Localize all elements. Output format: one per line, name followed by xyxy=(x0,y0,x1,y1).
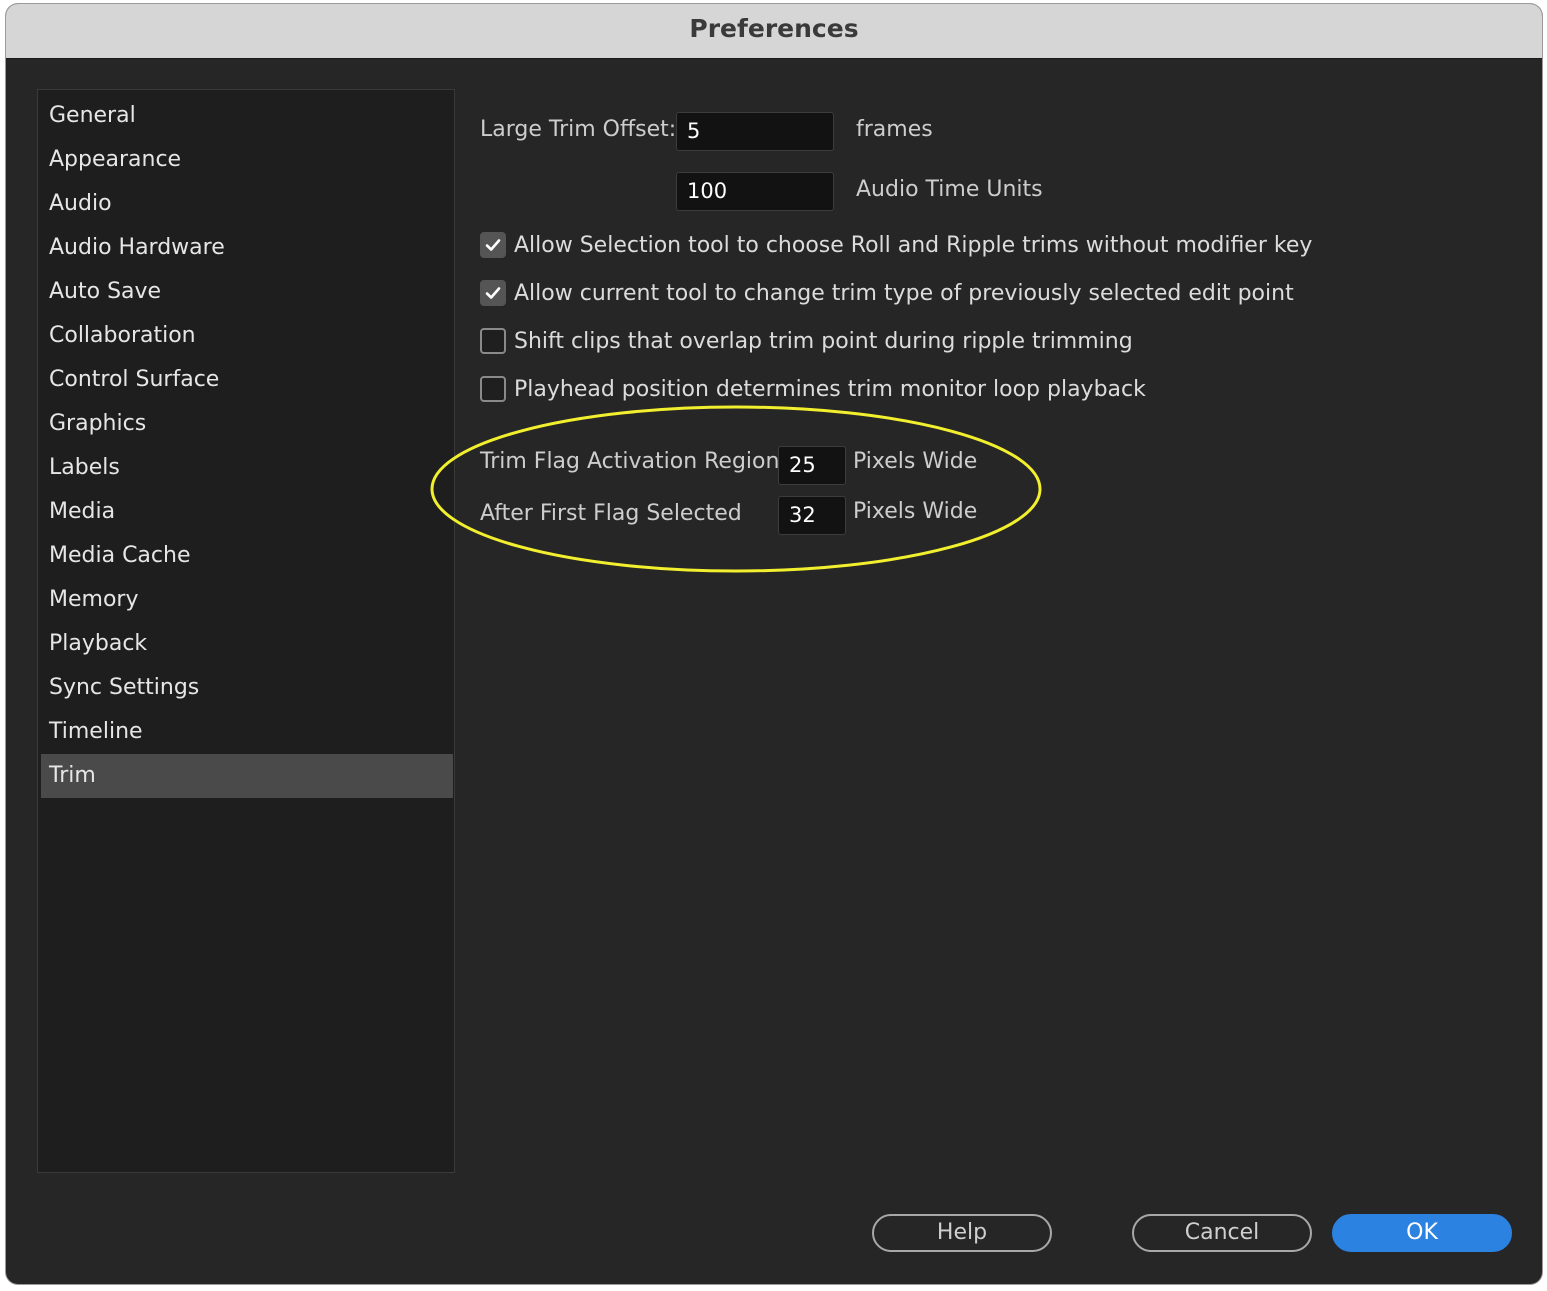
sidebar-item-media-cache[interactable]: Media Cache xyxy=(41,534,453,578)
sidebar-item-timeline[interactable]: Timeline xyxy=(41,710,453,754)
sidebar-item-audio-hardware[interactable]: Audio Hardware xyxy=(41,226,453,270)
sidebar-item-control-surface[interactable]: Control Surface xyxy=(41,358,453,402)
trim-flag-region-unit: Pixels Wide xyxy=(853,449,978,474)
trim-flag-region-label: Trim Flag Activation Region xyxy=(480,449,780,474)
sidebar-item-sync-settings[interactable]: Sync Settings xyxy=(41,666,453,710)
checkmark-icon xyxy=(485,287,501,299)
trim-flag-region-field[interactable]: 25 xyxy=(778,446,846,485)
cancel-button[interactable]: Cancel xyxy=(1132,1214,1312,1252)
help-button[interactable]: Help xyxy=(872,1214,1052,1252)
sidebar-item-graphics[interactable]: Graphics xyxy=(41,402,453,446)
sidebar-item-media[interactable]: Media xyxy=(41,490,453,534)
checkbox-allow-selection-roll-ripple[interactable] xyxy=(480,232,506,258)
audio-time-units-label: Audio Time Units xyxy=(856,177,1043,202)
highlight-ellipse xyxy=(430,405,1042,573)
ok-button[interactable]: OK xyxy=(1332,1214,1512,1252)
sidebar-item-memory[interactable]: Memory xyxy=(41,578,453,622)
sidebar-item-collaboration[interactable]: Collaboration xyxy=(41,314,453,358)
option-label: Allow current tool to change trim type o… xyxy=(514,281,1294,306)
checkmark-icon xyxy=(485,239,501,251)
after-first-flag-unit: Pixels Wide xyxy=(853,499,978,524)
checkbox-playhead-loop-playback[interactable] xyxy=(480,376,506,402)
checkbox-shift-overlap-clips[interactable] xyxy=(480,328,506,354)
after-first-flag-field[interactable]: 32 xyxy=(778,496,846,535)
sidebar-item-auto-save[interactable]: Auto Save xyxy=(41,270,453,314)
option-label: Playhead position determines trim monito… xyxy=(514,377,1146,402)
sidebar-item-playback[interactable]: Playback xyxy=(41,622,453,666)
sidebar-item-general[interactable]: General xyxy=(41,94,453,138)
large-trim-offset-label: Large Trim Offset: xyxy=(480,117,677,142)
preferences-sidebar: General Appearance Audio Audio Hardware … xyxy=(37,89,455,1173)
window-title: Preferences xyxy=(689,14,859,43)
frames-offset-field[interactable]: 5 xyxy=(676,112,834,151)
sidebar-item-audio[interactable]: Audio xyxy=(41,182,453,226)
sidebar-item-trim[interactable]: Trim xyxy=(41,754,453,798)
sidebar-item-appearance[interactable]: Appearance xyxy=(41,138,453,182)
title-bar[interactable]: Preferences xyxy=(6,4,1542,59)
sidebar-item-labels[interactable]: Labels xyxy=(41,446,453,490)
after-first-flag-label: After First Flag Selected xyxy=(480,501,742,526)
frames-unit-label: frames xyxy=(856,117,933,142)
preferences-window: Preferences General Appearance Audio Aud… xyxy=(6,4,1542,1284)
checkbox-allow-current-tool-change[interactable] xyxy=(480,280,506,306)
option-label: Allow Selection tool to choose Roll and … xyxy=(514,233,1313,258)
option-label: Shift clips that overlap trim point duri… xyxy=(514,329,1133,354)
audio-offset-field[interactable]: 100 xyxy=(676,172,834,211)
